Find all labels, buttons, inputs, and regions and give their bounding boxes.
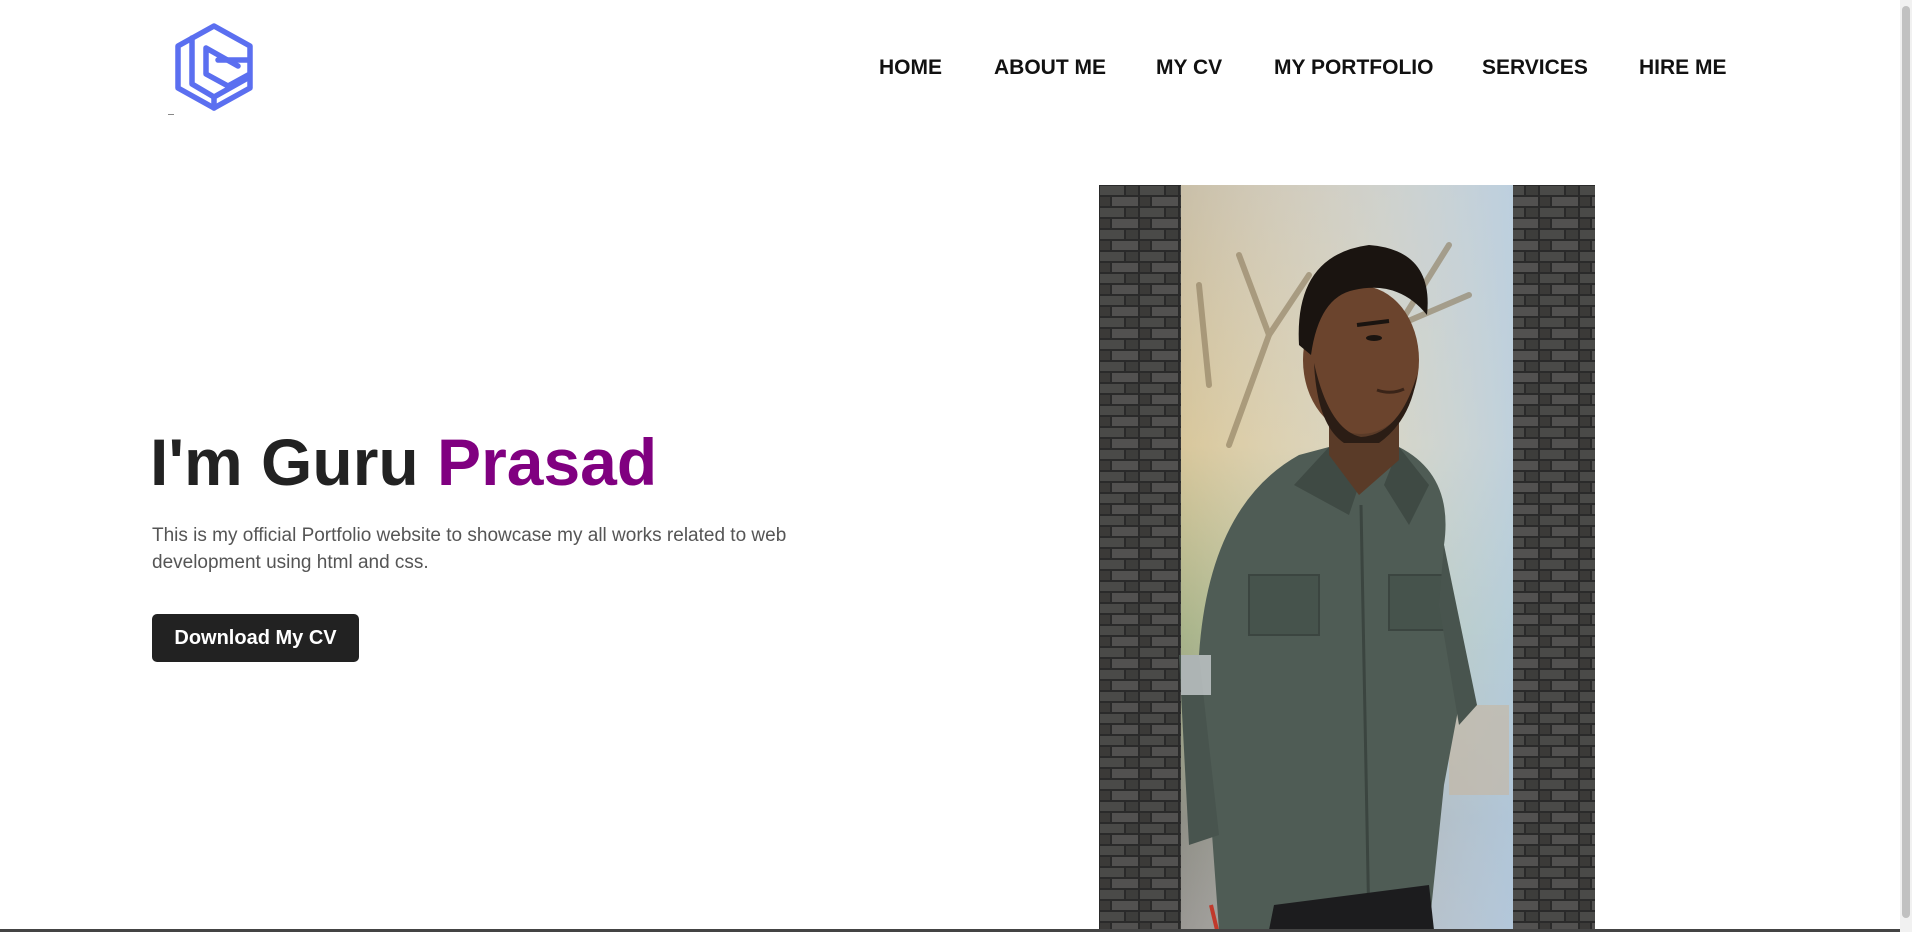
nav-my-cv[interactable]: MY CV — [1156, 56, 1222, 80]
profile-photo-image — [1099, 185, 1595, 930]
main-nav: HOME ABOUT ME MY CV MY PORTFOLIO SERVICE… — [0, 56, 1912, 80]
profile-photo — [1099, 185, 1595, 930]
hero-title-accent: Prasad — [437, 425, 658, 499]
nav-about-me[interactable]: ABOUT ME — [994, 56, 1106, 80]
scrollbar-thumb[interactable] — [1902, 6, 1910, 918]
hero-title-prefix: I'm Guru — [150, 425, 438, 499]
nav-my-portfolio[interactable]: MY PORTFOLIO — [1274, 56, 1433, 80]
hero-title: I'm Guru Prasad — [150, 424, 657, 500]
download-cv-button[interactable]: Download My CV — [152, 614, 359, 662]
nav-home[interactable]: HOME — [879, 56, 942, 80]
vertical-scrollbar[interactable] — [1900, 0, 1912, 932]
logo-underline — [168, 114, 174, 115]
hero-description: This is my official Portfolio website to… — [152, 525, 787, 573]
nav-services[interactable]: SERVICES — [1482, 56, 1588, 80]
page: HOME ABOUT ME MY CV MY PORTFOLIO SERVICE… — [0, 0, 1912, 932]
nav-hire-me[interactable]: HIRE ME — [1639, 56, 1727, 80]
